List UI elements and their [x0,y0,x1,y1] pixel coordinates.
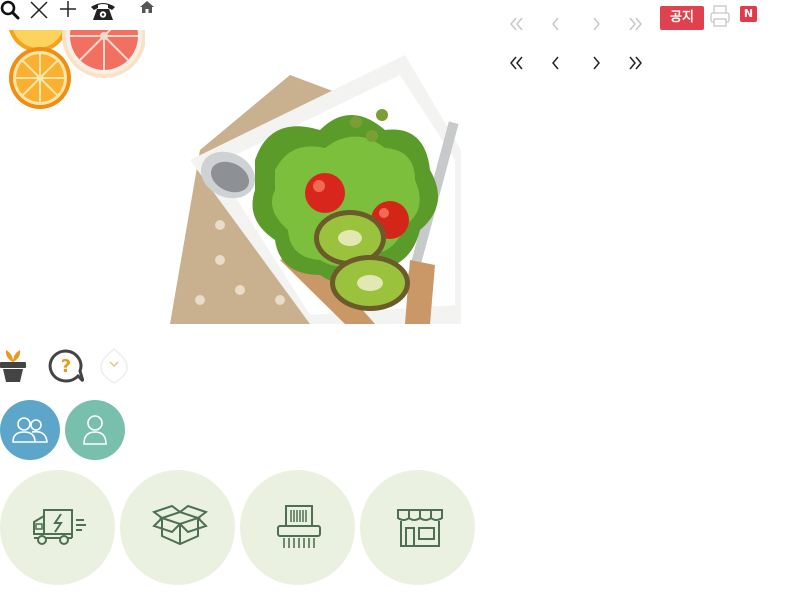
salad-plate-image [160,30,461,324]
plus-icon[interactable] [58,0,78,25]
open-box-icon [152,504,208,546]
svg-text:?: ? [61,356,71,377]
question-bubble-icon[interactable]: ? [48,349,85,388]
notice-badge: 공지 [660,6,704,30]
search-icon[interactable] [0,0,20,25]
last-page-icon[interactable] [628,16,644,37]
category-store[interactable] [360,470,475,585]
prev-page-icon[interactable] [550,16,562,37]
phone-icon[interactable] [89,0,117,27]
prev-page-icon[interactable] [550,55,562,76]
delivery-truck-icon [33,509,86,545]
group-member-button[interactable] [0,400,60,460]
first-page-icon[interactable] [508,55,524,76]
storefront-icon [397,509,443,547]
first-page-icon[interactable] [508,16,524,37]
plant-pot-icon[interactable] [0,348,26,387]
close-icon[interactable] [29,0,49,25]
next-page-icon[interactable] [590,16,602,37]
single-member-button[interactable] [65,400,125,460]
category-package[interactable] [120,470,235,585]
shredder-icon [277,505,321,548]
home-icon[interactable] [139,0,155,19]
single-member-icon [82,414,108,451]
new-badge: N [740,6,757,22]
group-member-icon [12,415,48,450]
category-shredder[interactable] [240,470,355,585]
chevron-down-badge-icon[interactable] [100,348,128,389]
last-page-icon[interactable] [628,55,644,76]
category-delivery[interactable] [0,470,115,585]
print-icon[interactable] [709,5,731,32]
next-page-icon[interactable] [590,55,602,76]
citrus-slices-image [0,30,145,110]
